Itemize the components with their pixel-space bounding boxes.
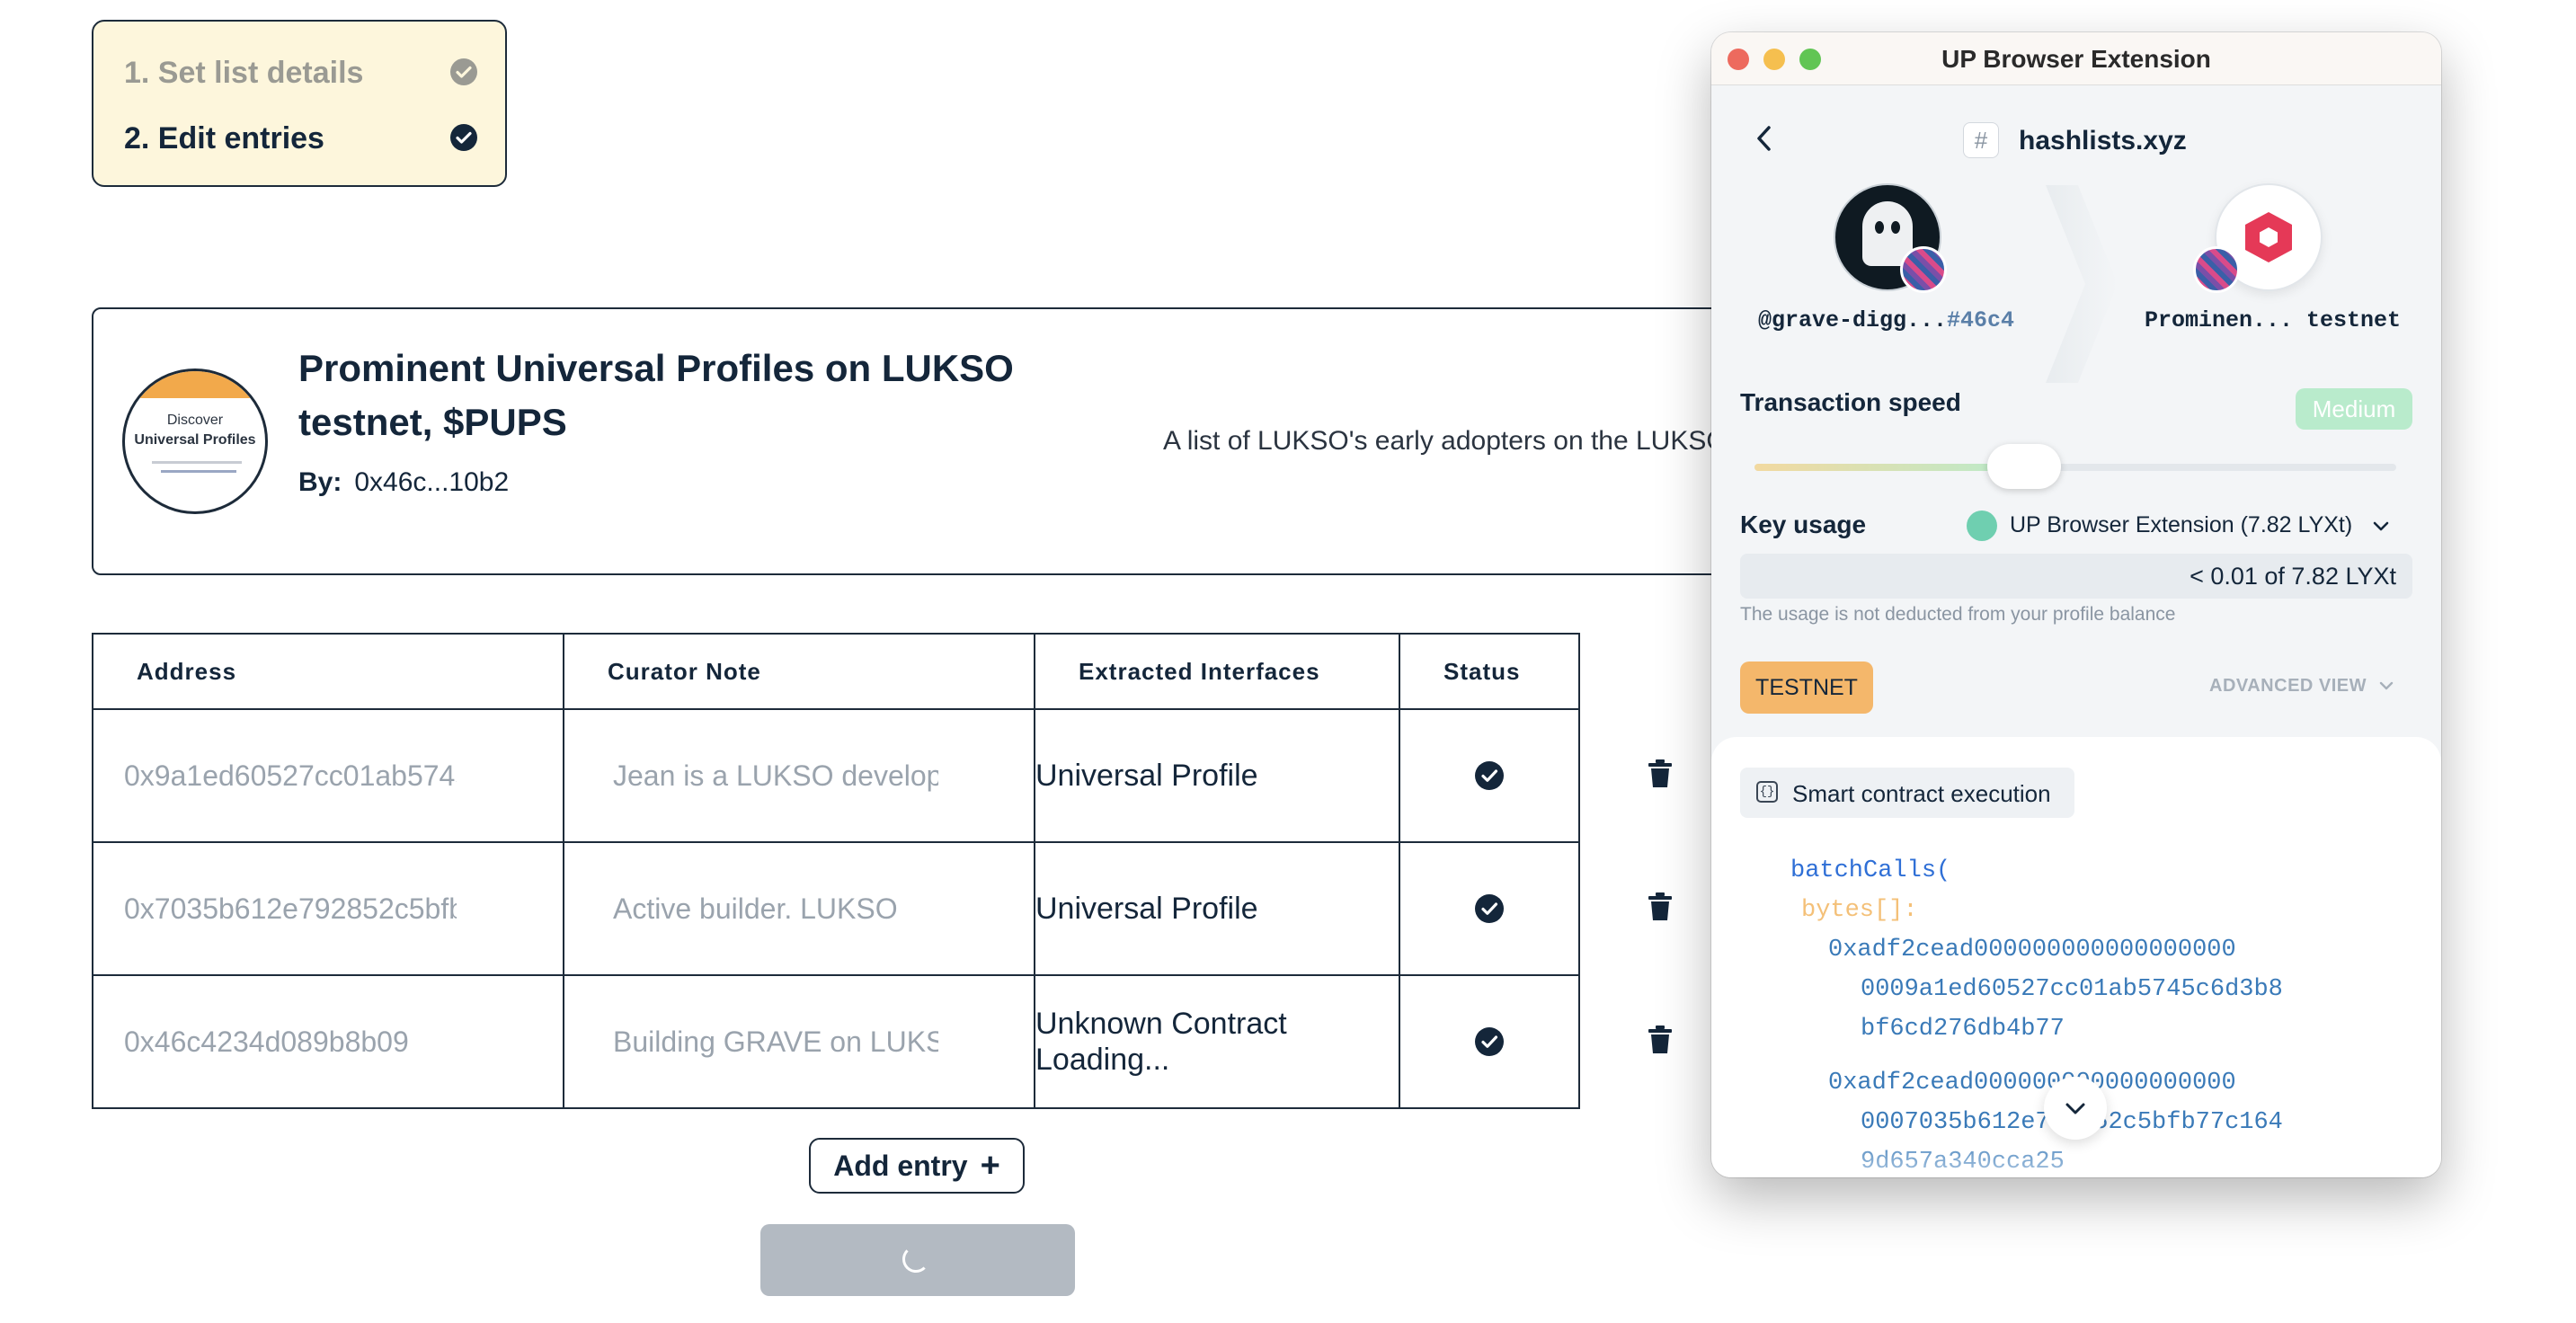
- code-line: 0009a1ed60527cc01ab5745c6d3b8: [1861, 976, 2283, 1003]
- up-browser-extension-window: UP Browser Extension # hashlists.xyz @gr…: [1711, 32, 2441, 1177]
- address-input[interactable]: 0x9a1ed60527cc01ab5745c6d3b8: [124, 759, 457, 793]
- plus-icon: +: [980, 1146, 1000, 1185]
- column-header-status: Status: [1399, 633, 1580, 710]
- status-check-icon: [1474, 1026, 1505, 1057]
- speed-slider-fill: [1754, 464, 2024, 471]
- logo-text: Discover: [166, 413, 224, 428]
- sender-name: @grave-digg...#46c4: [1758, 307, 2015, 333]
- step-set-list-details[interactable]: 1. Set list details: [124, 56, 363, 91]
- window-titlebar: UP Browser Extension: [1711, 32, 2441, 85]
- author-address[interactable]: 0x46c...10b2: [354, 467, 509, 497]
- interfaces-cell: Universal Profile: [1034, 841, 1400, 976]
- advanced-view-toggle[interactable]: ADVANCED VIEW: [2209, 676, 2367, 697]
- list-author: By: 0x46c...10b2: [298, 467, 510, 497]
- code-line: 0xadf2cead000000000000000000: [1828, 1070, 2236, 1097]
- table-row: 0x7035b612e792852c5bfb77c164 Active buil…: [92, 841, 1580, 976]
- site-hash-icon: #: [1963, 122, 1999, 158]
- curator-note-input[interactable]: Building GRAVE on LUKSO: [613, 1026, 938, 1059]
- list-title: Prominent Universal Profiles on LUKSO te…: [298, 347, 1014, 443]
- speed-slider-handle[interactable]: [1986, 444, 2061, 489]
- curator-note-input[interactable]: Active builder. LUKSO: [613, 892, 938, 926]
- transaction-speed-label: Transaction speed: [1740, 388, 1961, 416]
- check-circle-icon: [449, 123, 478, 152]
- logo-text: Universal Profiles: [134, 432, 256, 448]
- interfaces-cell: Unknown Contract Loading...: [1034, 974, 1400, 1109]
- speed-badge: Medium: [2296, 388, 2412, 430]
- identicon-badge: [2193, 246, 2240, 293]
- curator-note-input[interactable]: Jean is a LUKSO developer: [613, 759, 938, 793]
- usage-note: The usage is not deducted from your prof…: [1740, 604, 2176, 625]
- table-row: 0x46c4234d089b8b09 Building GRAVE on LUK…: [92, 974, 1580, 1109]
- scroll-down-button[interactable]: [2044, 1077, 2107, 1140]
- chevron-down-icon[interactable]: [2369, 514, 2393, 537]
- entries-table: Address Curator Note Extracted Interface…: [92, 633, 1580, 1109]
- table-header-row: Address Curator Note Extracted Interface…: [92, 633, 1580, 710]
- back-arrow-icon[interactable]: [1751, 120, 1778, 156]
- code-line: 0xadf2cead000000000000000000: [1828, 937, 2236, 963]
- chevron-down-icon: [2065, 1103, 2085, 1114]
- add-entry-button[interactable]: Add entry +: [809, 1138, 1025, 1194]
- code-param-type: bytes[]:: [1801, 897, 1918, 924]
- status-check-icon: [1474, 893, 1505, 924]
- check-circle-icon: [449, 58, 478, 86]
- usage-field: < 0.01 of 7.82 LYXt: [1740, 554, 2412, 599]
- code-function: batchCalls(: [1790, 857, 1951, 884]
- table-row: 0x9a1ed60527cc01ab5745c6d3b8 Jean is a L…: [92, 708, 1580, 843]
- network-badge: TESTNET: [1740, 662, 1873, 714]
- steps-panel: 1. Set list details 2. Edit entries: [92, 20, 507, 187]
- column-header-address: Address: [92, 633, 564, 710]
- trash-icon[interactable]: [1647, 759, 1674, 789]
- column-header-curator-note: Curator Note: [563, 633, 1035, 710]
- interfaces-cell: Universal Profile: [1034, 708, 1400, 843]
- trash-icon[interactable]: [1647, 892, 1674, 922]
- chevron-down-icon[interactable]: [2376, 676, 2396, 696]
- controller-select[interactable]: UP Browser Extension (7.82 LYXt): [2010, 512, 2352, 538]
- window-title: UP Browser Extension: [1941, 45, 2211, 73]
- address-input[interactable]: 0x46c4234d089b8b09: [124, 1026, 457, 1059]
- list-details-card: Discover Universal Profiles Prominent Un…: [92, 307, 1853, 575]
- address-input[interactable]: 0x7035b612e792852c5bfb77c164: [124, 892, 457, 926]
- usage-value: < 0.01 of 7.82 LYXt: [2190, 563, 2396, 590]
- column-header-interfaces: Extracted Interfaces: [1034, 633, 1400, 710]
- controller-avatar-icon: [1967, 511, 1997, 541]
- execution-panel: {} Smart contract execution batchCalls( …: [1711, 737, 2441, 1177]
- site-name: hashlists.xyz: [2019, 126, 2187, 155]
- smart-contract-execution-chip: {} Smart contract execution: [1740, 768, 2074, 818]
- key-usage-label: Key usage: [1740, 511, 1867, 538]
- trash-icon[interactable]: [1647, 1025, 1674, 1055]
- speed-slider-track[interactable]: [1754, 464, 2396, 471]
- submit-button-loading[interactable]: [760, 1224, 1075, 1296]
- identicon-badge: [1900, 246, 1947, 293]
- status-check-icon: [1474, 760, 1505, 791]
- code-braces-icon: {}: [1756, 781, 1778, 803]
- loading-spinner-icon: [902, 1246, 929, 1273]
- recipient-name: Prominen... testnet: [2145, 307, 2402, 333]
- step-edit-entries[interactable]: 2. Edit entries: [124, 121, 324, 156]
- list-logo: Discover Universal Profiles: [122, 368, 268, 514]
- arrow-right-icon: [2046, 185, 2118, 383]
- code-line: bf6cd276db4b77: [1861, 1016, 2065, 1043]
